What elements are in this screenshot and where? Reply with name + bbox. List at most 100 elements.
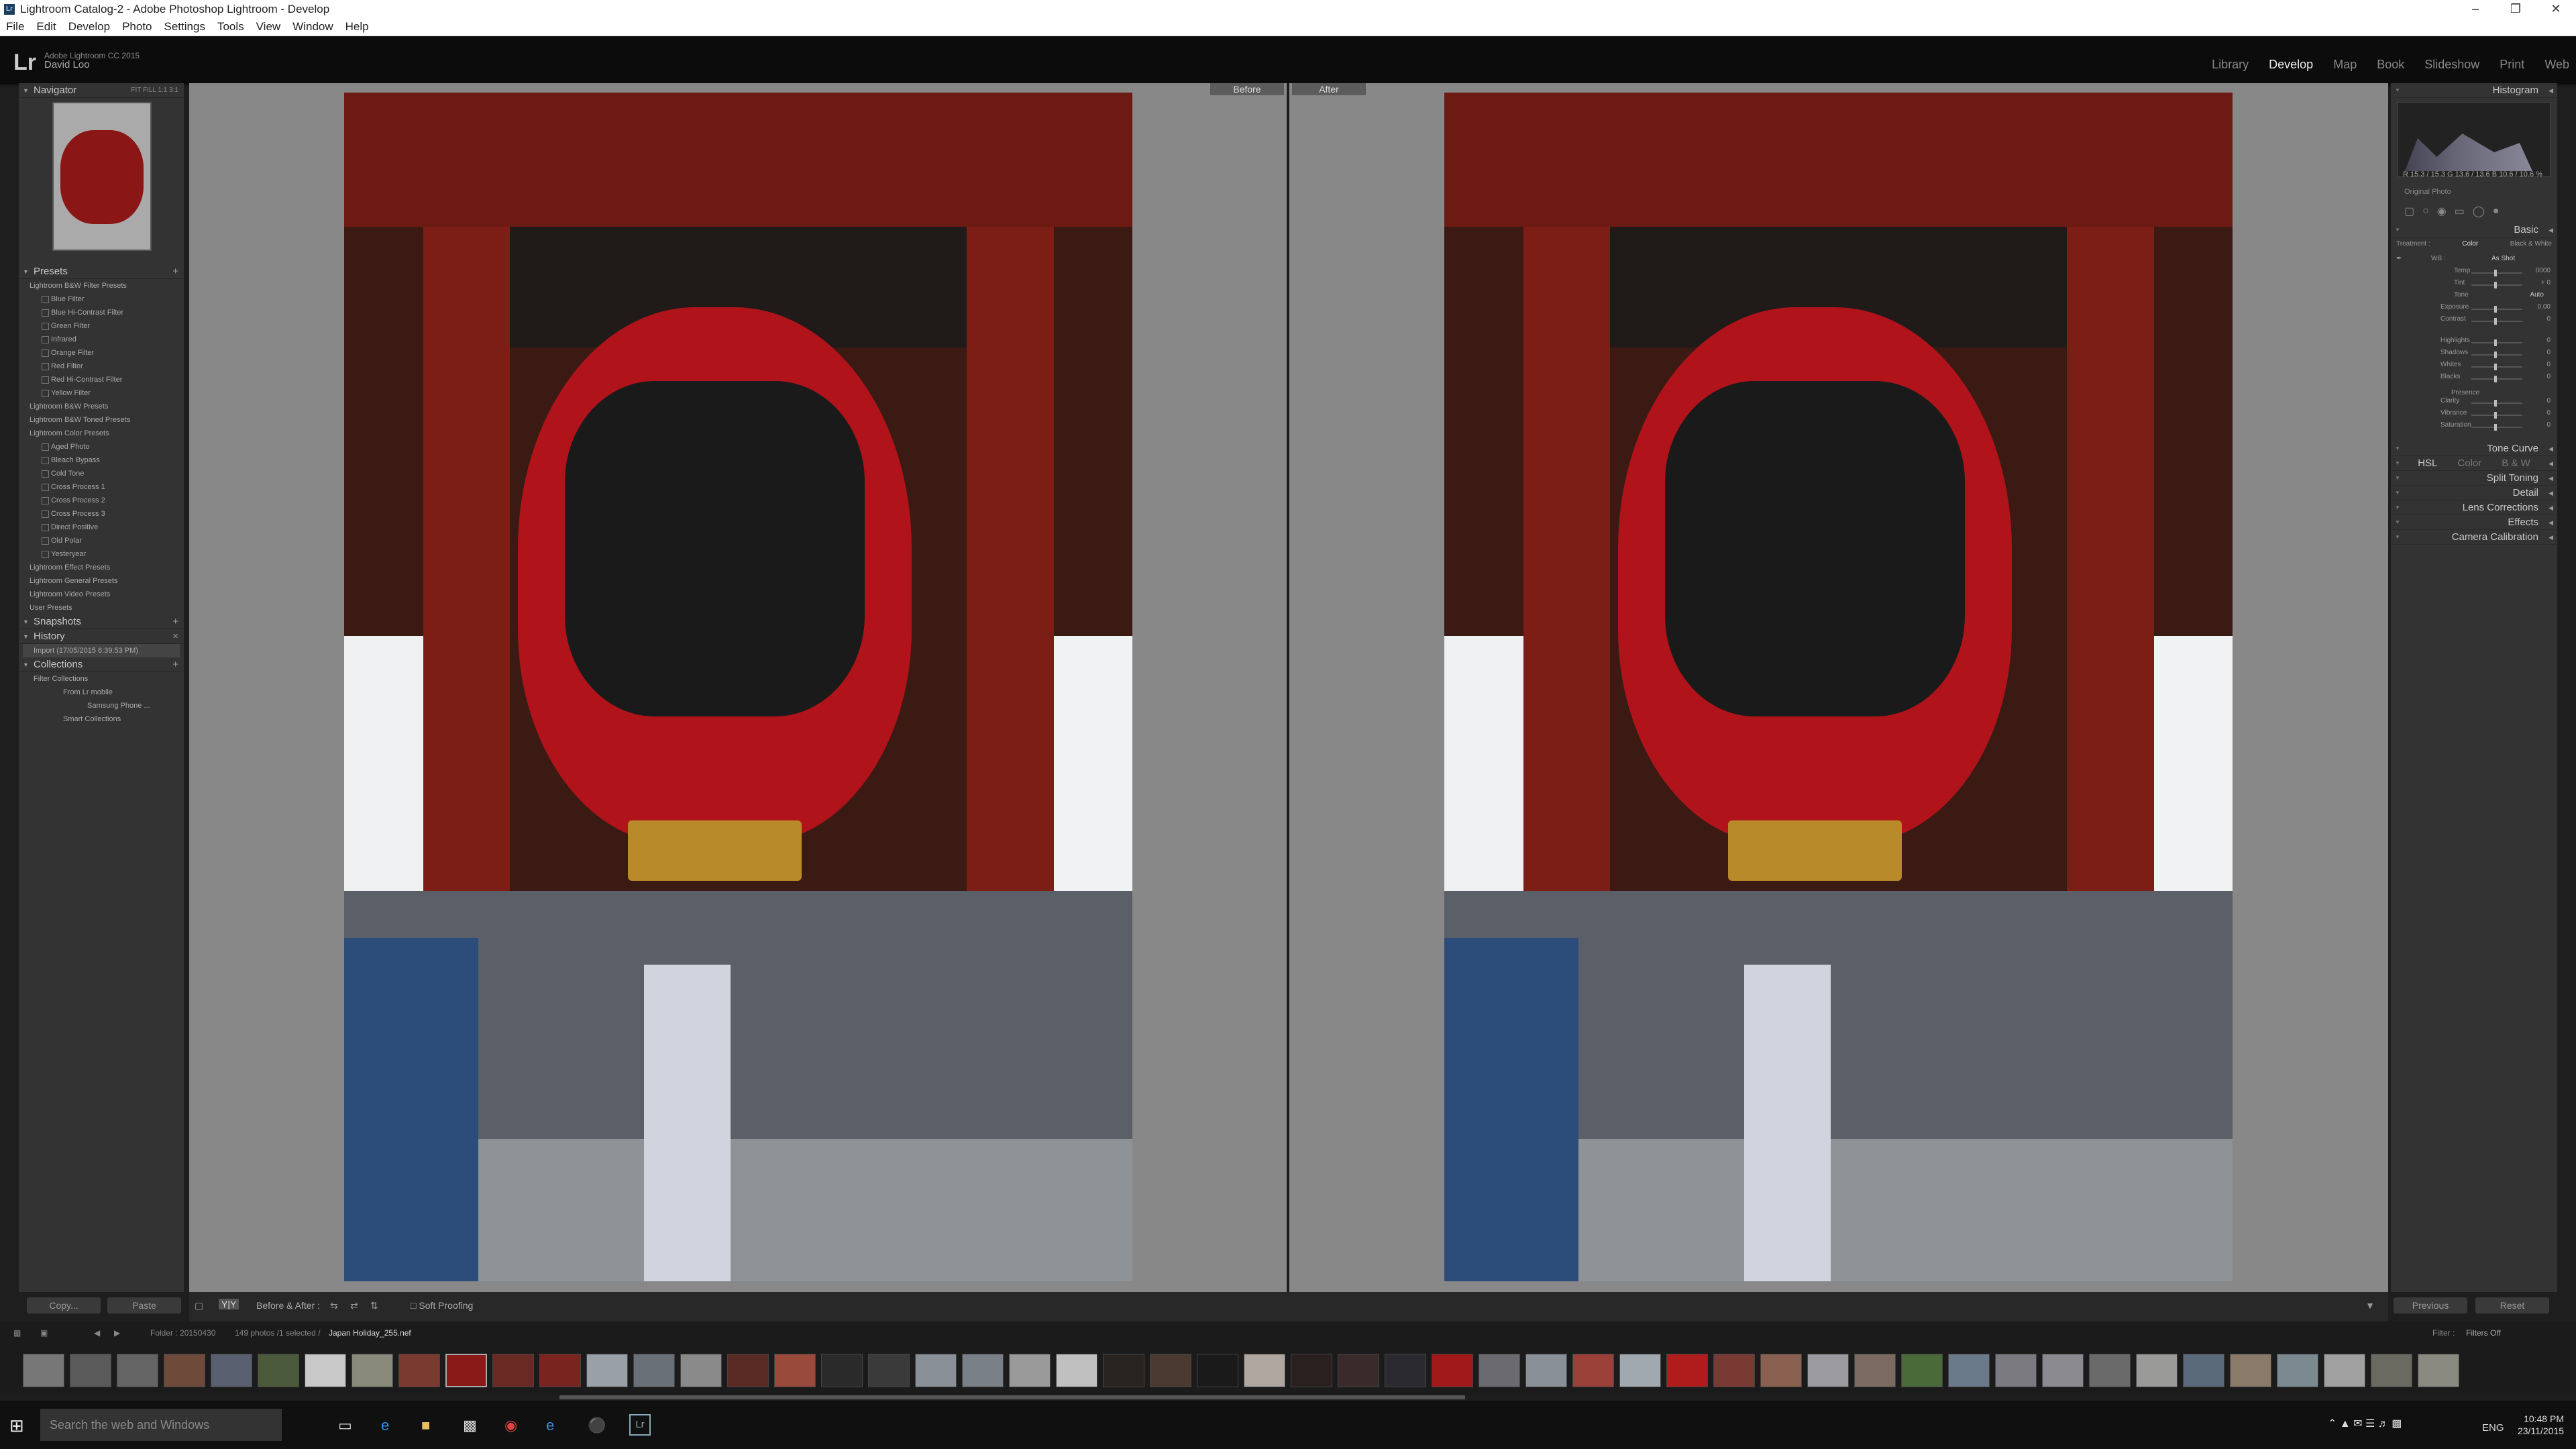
vibrance-slider[interactable]: Vibrance 0 bbox=[2391, 409, 2557, 421]
adjustment-brush-icon[interactable]: ● bbox=[2493, 205, 2500, 217]
history-entry[interactable]: Import (17/05/2015 6:39:53 PM) bbox=[23, 644, 180, 657]
collection-set[interactable]: From Lr mobile bbox=[23, 686, 180, 699]
slider-value[interactable]: 0.00 bbox=[2538, 303, 2551, 311]
filmstrip-thumb[interactable] bbox=[1244, 1354, 1285, 1387]
blacks-slider[interactable]: Blacks 0 bbox=[2391, 373, 2557, 385]
clarity-slider[interactable]: Clarity 0 bbox=[2391, 397, 2557, 409]
filmstrip-thumb[interactable] bbox=[2136, 1354, 2178, 1387]
navigator-zoom-options[interactable]: FIT FILL 1:1 3:1 bbox=[131, 83, 178, 98]
preset-folder[interactable]: Lightroom Video Presets bbox=[23, 588, 180, 601]
preset-item[interactable]: Infrared bbox=[23, 333, 180, 346]
module-library[interactable]: Library bbox=[2212, 58, 2249, 72]
clear-history-icon[interactable]: × bbox=[172, 629, 178, 644]
grid-view-icon[interactable]: ▦ bbox=[13, 1328, 21, 1338]
filmstrip-thumb[interactable] bbox=[2418, 1354, 2459, 1387]
filmstrip-thumb[interactable] bbox=[1385, 1354, 1426, 1387]
navigator-preview[interactable] bbox=[52, 102, 152, 251]
module-book[interactable]: Book bbox=[2377, 58, 2404, 72]
filmstrip-thumb[interactable] bbox=[164, 1354, 205, 1387]
history-header[interactable]: History × bbox=[19, 629, 184, 644]
filmstrip-thumb[interactable] bbox=[1807, 1354, 1849, 1387]
filmstrip-thumb[interactable] bbox=[727, 1354, 769, 1387]
slider-value[interactable]: 0 bbox=[2546, 421, 2551, 429]
preset-item[interactable]: Direct Positive bbox=[23, 521, 180, 534]
filter-dropdown[interactable]: Filters Off bbox=[2466, 1328, 2501, 1338]
selected-filename[interactable]: Japan Holiday_255.nef bbox=[329, 1328, 411, 1338]
lightroom-taskbar-icon[interactable]: Lr bbox=[629, 1414, 651, 1436]
taskbar-search-box[interactable]: Search the web and Windows bbox=[40, 1409, 282, 1441]
temp-slider[interactable]: Temp 0000 bbox=[2391, 267, 2557, 279]
file-explorer-icon[interactable]: ■ bbox=[421, 1417, 430, 1434]
slider-knob[interactable] bbox=[2494, 306, 2497, 313]
collections-header[interactable]: Collections + bbox=[19, 657, 184, 672]
slider-knob[interactable] bbox=[2494, 400, 2497, 407]
tint-slider[interactable]: Tint + 0 bbox=[2391, 279, 2557, 291]
snapshots-header[interactable]: Snapshots + bbox=[19, 614, 184, 629]
filmstrip-thumb[interactable] bbox=[2089, 1354, 2131, 1387]
slider-value[interactable]: 0 bbox=[2546, 315, 2551, 323]
slider-knob[interactable] bbox=[2494, 424, 2497, 431]
add-snapshot-icon[interactable]: + bbox=[172, 614, 178, 629]
shadows-slider[interactable]: Shadows 0 bbox=[2391, 349, 2557, 361]
filmstrip-thumb[interactable] bbox=[680, 1354, 722, 1387]
preset-item[interactable]: Blue Hi-Contrast Filter bbox=[23, 306, 180, 319]
detail-header[interactable]: Detail bbox=[2391, 486, 2557, 500]
presets-header[interactable]: Presets + bbox=[19, 264, 184, 279]
filmstrip-thumb[interactable] bbox=[211, 1354, 252, 1387]
filmstrip-thumb[interactable] bbox=[1572, 1354, 1614, 1387]
slider-knob[interactable] bbox=[2494, 376, 2497, 382]
paste-button[interactable]: Paste bbox=[107, 1297, 181, 1313]
split-toning-header[interactable]: Split Toning bbox=[2391, 471, 2557, 486]
filmstrip-thumb[interactable] bbox=[1901, 1354, 1943, 1387]
filmstrip-thumb[interactable] bbox=[398, 1354, 440, 1387]
filmstrip-thumb[interactable] bbox=[633, 1354, 675, 1387]
filmstrip-thumb[interactable] bbox=[1854, 1354, 1896, 1387]
preset-folder[interactable]: Lightroom Effect Presets bbox=[23, 561, 180, 574]
menu-window[interactable]: Window bbox=[286, 20, 339, 34]
slider-value[interactable]: 0 bbox=[2546, 397, 2551, 405]
system-tray-icons[interactable]: ⌃ ▲ ✉ ☰ ♬ ▩ bbox=[2328, 1417, 2402, 1430]
slider-value[interactable]: 0 bbox=[2546, 361, 2551, 368]
windows-start-icon[interactable]: ⊞ bbox=[9, 1415, 24, 1436]
preset-item[interactable]: Blue Filter bbox=[23, 292, 180, 306]
hsl-header[interactable]: HSL Color B & W bbox=[2391, 456, 2557, 471]
treatment-color[interactable]: Color bbox=[2462, 240, 2478, 250]
wb-eyedropper-icon[interactable]: ✒ bbox=[2396, 255, 2402, 262]
menu-tools[interactable]: Tools bbox=[211, 20, 250, 34]
slider-value[interactable]: 0 bbox=[2546, 373, 2551, 380]
slider-value[interactable]: 0 bbox=[2546, 349, 2551, 356]
copy-after-icon[interactable]: ⇄ bbox=[350, 1300, 358, 1311]
contrast-slider[interactable]: Contrast 0 bbox=[2391, 315, 2557, 327]
collection-set[interactable]: Smart Collections bbox=[23, 712, 180, 726]
temp-track[interactable] bbox=[2471, 272, 2522, 274]
filmstrip-thumb[interactable] bbox=[1479, 1354, 1520, 1387]
loupe-view-icon[interactable]: ▢ bbox=[195, 1300, 203, 1311]
filmstrip-thumb[interactable] bbox=[117, 1354, 158, 1387]
slider-track[interactable] bbox=[2471, 378, 2522, 380]
filmstrip-thumb[interactable] bbox=[1666, 1354, 1708, 1387]
add-collection-icon[interactable]: + bbox=[172, 657, 178, 672]
effects-header[interactable]: Effects bbox=[2391, 515, 2557, 530]
slider-track[interactable] bbox=[2471, 321, 2522, 322]
preset-item[interactable]: Green Filter bbox=[23, 319, 180, 333]
filmstrip-thumb[interactable] bbox=[1948, 1354, 1990, 1387]
filmstrip-thumb[interactable] bbox=[2324, 1354, 2365, 1387]
filmstrip-thumb[interactable] bbox=[1525, 1354, 1567, 1387]
close-button[interactable]: ✕ bbox=[2536, 0, 2576, 18]
exposure-slider[interactable]: Exposure 0.00 bbox=[2391, 303, 2557, 315]
maximize-button[interactable]: ❐ bbox=[2496, 0, 2536, 18]
histogram[interactable] bbox=[2398, 102, 2551, 177]
taskbar-clock[interactable]: 10:48 PM 23/11/2015 bbox=[2518, 1413, 2564, 1437]
filmstrip-thumb[interactable] bbox=[23, 1354, 64, 1387]
hsl-tab[interactable]: HSL bbox=[2418, 456, 2437, 470]
saturation-slider[interactable]: Saturation 0 bbox=[2391, 421, 2557, 433]
module-web[interactable]: Web bbox=[2544, 58, 2569, 72]
filmstrip-thumb[interactable] bbox=[1338, 1354, 1379, 1387]
filmstrip-thumb[interactable] bbox=[821, 1354, 863, 1387]
whites-slider[interactable]: Whites 0 bbox=[2391, 361, 2557, 373]
filmstrip-thumb[interactable] bbox=[539, 1354, 581, 1387]
filmstrip-thumb[interactable] bbox=[1056, 1354, 1097, 1387]
basic-header[interactable]: Basic bbox=[2391, 223, 2557, 237]
internet-explorer-icon[interactable]: e bbox=[546, 1417, 554, 1434]
color-tab[interactable]: Color bbox=[2457, 456, 2481, 470]
